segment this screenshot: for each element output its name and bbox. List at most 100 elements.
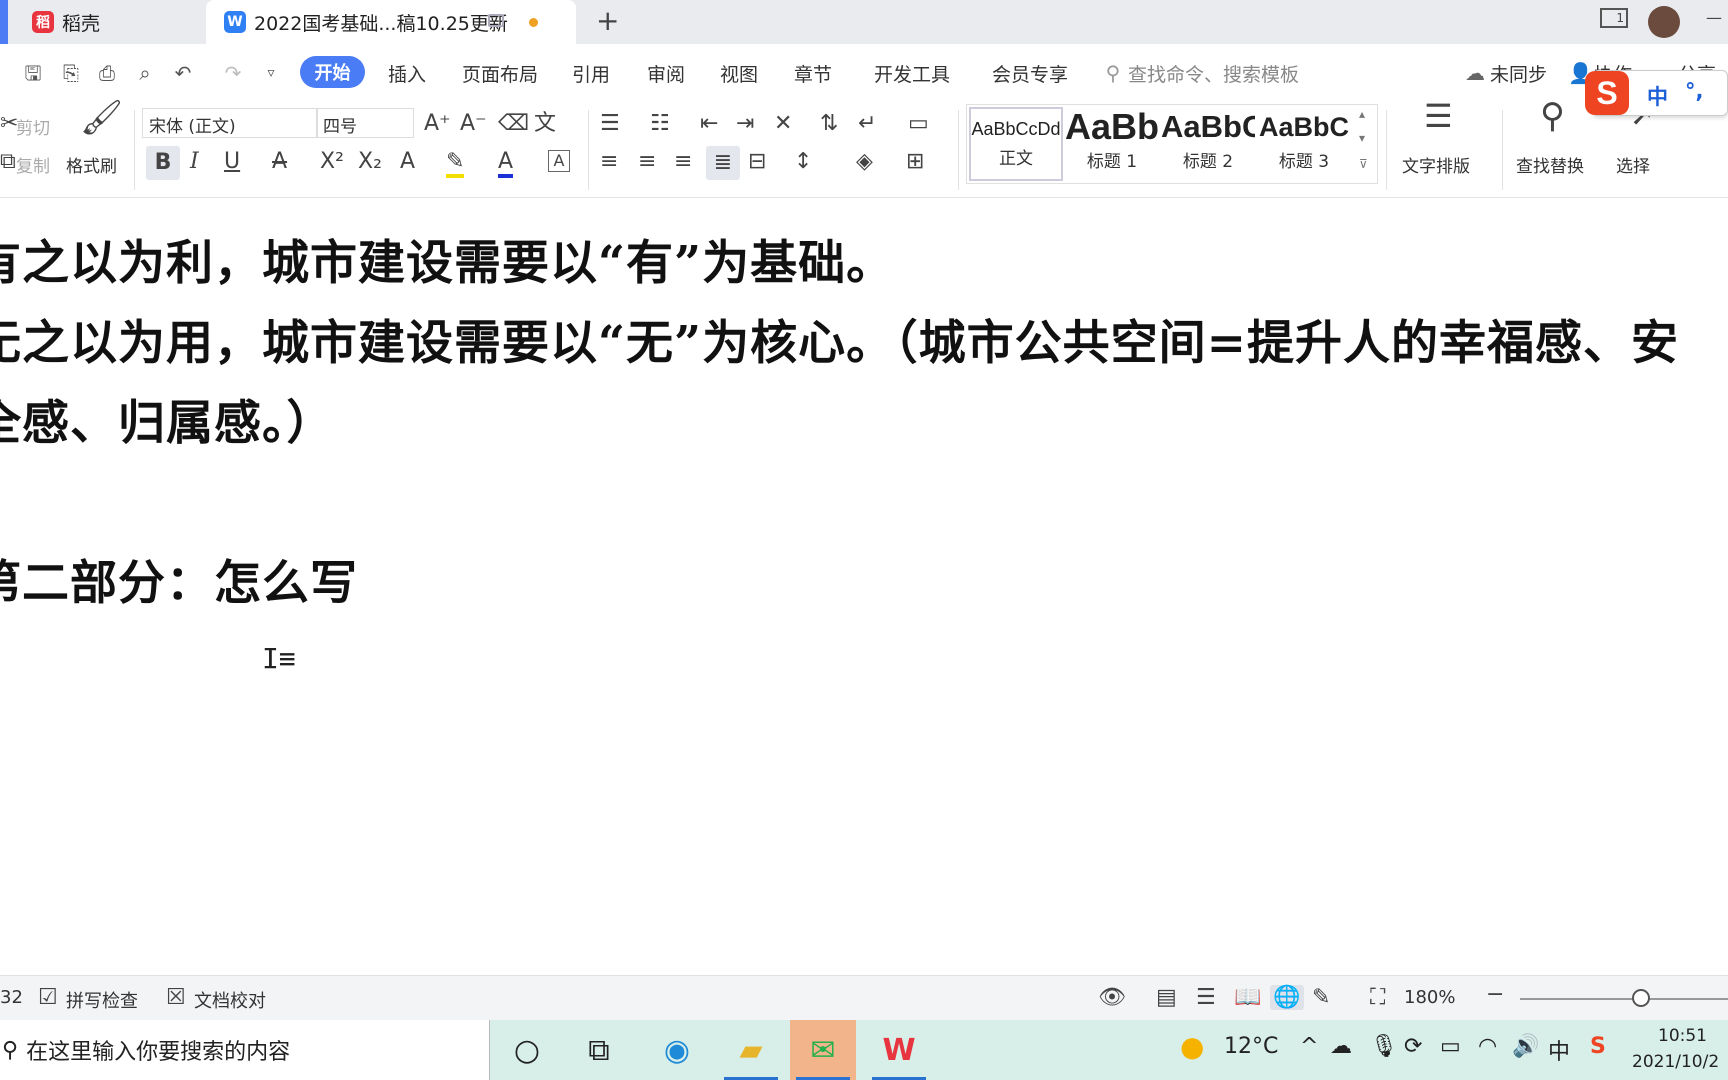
text-effect-icon[interactable]: A xyxy=(400,150,415,174)
wps-office-icon[interactable]: W xyxy=(866,1020,932,1080)
align-center-icon[interactable]: ≡ xyxy=(638,150,656,174)
web-view-icon[interactable]: 🌐 xyxy=(1270,985,1304,1010)
font-color-icon[interactable]: A xyxy=(498,150,514,178)
bullet-list-icon[interactable]: ☰ xyxy=(600,112,620,136)
gallery-down-icon[interactable]: ▾ xyxy=(1359,131,1365,145)
fit-page-icon[interactable]: ⛶ xyxy=(1370,985,1385,1010)
bold-icon[interactable]: B xyxy=(146,146,180,180)
gallery-up-icon[interactable]: ▴ xyxy=(1359,107,1365,121)
write-view-icon[interactable]: ✎ xyxy=(1312,985,1330,1010)
tab-docer[interactable]: 稻 稻壳 xyxy=(0,0,206,44)
numbered-list-icon[interactable]: ☷ xyxy=(650,112,670,136)
edge-browser-icon[interactable]: ◉ xyxy=(644,1020,710,1080)
style-normal[interactable]: AaBbCcDd 正文 xyxy=(969,107,1063,181)
window-mode-icon[interactable] xyxy=(488,14,504,27)
zoom-slider[interactable] xyxy=(1520,998,1728,1000)
volume-icon[interactable]: 🔊 xyxy=(1512,1034,1539,1059)
menu-page-layout[interactable]: 页面布局 xyxy=(462,60,538,87)
taskbar-search-input[interactable]: 在这里输入你要搜索的内容 xyxy=(26,1034,290,1066)
sogou-tray-icon[interactable]: S xyxy=(1590,1034,1606,1059)
shading-icon[interactable]: ◈ xyxy=(856,150,873,174)
file-explorer-icon[interactable]: ▰ xyxy=(718,1020,784,1080)
wifi-icon[interactable]: ◠ xyxy=(1478,1034,1497,1059)
text-layout-icon[interactable]: ☰ xyxy=(1424,100,1453,132)
tab-document[interactable]: W 2022国考基础...稿10.25更新 xyxy=(206,0,576,44)
find-replace-icon[interactable]: ⚲ xyxy=(1540,99,1565,133)
tray-expand-icon[interactable]: ^ xyxy=(1300,1034,1318,1059)
ime-mode[interactable]: 中 xyxy=(1647,81,1668,111)
char-border-icon[interactable]: A xyxy=(548,150,570,172)
subscript-icon[interactable]: X₂ xyxy=(358,150,382,174)
strikethrough-icon[interactable]: A xyxy=(272,150,287,174)
page-number[interactable]: 32 xyxy=(0,987,23,1008)
sync-status[interactable]: 未同步 xyxy=(1490,60,1547,87)
task-view-icon[interactable]: ⧉ xyxy=(566,1020,632,1080)
copy-icon[interactable]: ⧉ xyxy=(0,150,16,174)
menu-insert[interactable]: 插入 xyxy=(388,60,426,87)
menu-review[interactable]: 审阅 xyxy=(647,60,685,87)
clock-time[interactable]: 10:51 xyxy=(1658,1026,1707,1046)
zoom-slider-handle[interactable] xyxy=(1632,989,1650,1007)
italic-icon[interactable]: I xyxy=(190,150,199,174)
outline-view-icon[interactable]: ☰ xyxy=(1196,985,1216,1010)
align-right-icon[interactable]: ≡ xyxy=(674,150,692,174)
wps-sync-icon[interactable]: ⟳ xyxy=(1404,1034,1422,1059)
print-preview-icon[interactable]: ⌕ xyxy=(134,62,156,84)
gallery-more-icon[interactable]: ⊽ xyxy=(1359,157,1368,171)
reading-view-icon[interactable]: 📖 xyxy=(1234,985,1261,1010)
menu-view[interactable]: 视图 xyxy=(720,60,758,87)
font-size-select[interactable]: 四号 xyxy=(316,108,414,138)
ime-punctuation[interactable]: °, xyxy=(1685,79,1703,103)
undo-icon[interactable]: ↶ xyxy=(172,62,194,84)
align-left-icon[interactable]: ≡ xyxy=(600,150,618,174)
customize-chevron-icon[interactable]: ▿ xyxy=(260,62,282,84)
microphone-icon[interactable]: 🎙 xyxy=(1370,1034,1398,1059)
cortana-icon[interactable]: ○ xyxy=(494,1020,560,1080)
minimize-button[interactable]: — xyxy=(1706,8,1722,27)
weather-temp[interactable]: 12°C xyxy=(1224,1034,1278,1059)
style-heading-3[interactable]: AaBbC 标题 3 xyxy=(1257,107,1351,181)
underline-icon[interactable]: U xyxy=(224,150,240,174)
find-replace-button[interactable]: 查找替换 xyxy=(1516,152,1584,177)
style-heading-1[interactable]: AaBb 标题 1 xyxy=(1065,107,1159,181)
menu-chapter[interactable]: 章节 xyxy=(794,60,832,87)
wechat-icon[interactable]: ✉ xyxy=(790,1020,856,1080)
tile-window-icon[interactable]: 1 xyxy=(1600,8,1628,28)
menu-developer[interactable]: 开发工具 xyxy=(874,60,950,87)
menu-home[interactable]: 开始 xyxy=(300,56,365,88)
ruler-icon[interactable]: ▭ xyxy=(908,112,929,136)
increase-indent-icon[interactable]: ⇥ xyxy=(736,112,754,136)
menu-member[interactable]: 会员专享 xyxy=(992,60,1068,87)
increase-font-icon[interactable]: A⁺ xyxy=(424,112,451,136)
line-spacing-icon[interactable]: ↕ xyxy=(794,150,812,174)
doc-proof-button[interactable]: 文档校对 xyxy=(194,987,266,1013)
zoom-out-icon[interactable]: − xyxy=(1486,982,1504,1007)
format-painter-icon[interactable]: 🖌 xyxy=(80,101,123,135)
battery-icon[interactable]: ▭ xyxy=(1440,1034,1461,1059)
clock-date[interactable]: 2021/10/2 xyxy=(1632,1052,1719,1072)
onedrive-icon[interactable]: ☁ xyxy=(1330,1034,1352,1059)
select-button[interactable]: 选择 xyxy=(1616,152,1650,177)
spell-check-button[interactable]: 拼写检查 xyxy=(66,987,138,1013)
new-tab-button[interactable]: + xyxy=(596,4,619,37)
taskbar-search-box[interactable]: ⚲ 在这里输入你要搜索的内容 xyxy=(0,1020,490,1080)
avatar[interactable] xyxy=(1648,6,1680,38)
copy-button[interactable]: 复制 xyxy=(16,152,50,177)
highlight-icon[interactable]: ✎ xyxy=(446,150,465,178)
borders-icon[interactable]: ⊞ xyxy=(906,150,924,174)
document-canvas[interactable]: 有之以为利，城市建设需要以“有”为基础。 无之以为用，城市建设需要以“无”为核心… xyxy=(0,198,1728,975)
command-search-input[interactable]: 查找命令、搜索模板 xyxy=(1128,60,1299,87)
font-name-select[interactable]: 宋体 (正文) xyxy=(142,108,318,138)
sort-icon[interactable]: ⇅ xyxy=(820,112,838,136)
redo-icon[interactable]: ↷ xyxy=(222,62,244,84)
show-marks-icon[interactable]: ↵ xyxy=(858,112,876,136)
format-painter-button[interactable]: 格式刷 xyxy=(66,152,117,177)
save-icon[interactable]: 🖫 xyxy=(22,62,44,84)
export-pdf-icon[interactable]: ⎘ xyxy=(60,62,82,84)
text-layout-button[interactable]: 文字排版 xyxy=(1402,152,1470,177)
cut-button[interactable]: 剪切 xyxy=(16,114,50,139)
distribute-icon[interactable]: ⊟ xyxy=(748,150,766,174)
chinese-layout-icon[interactable]: ✕ xyxy=(774,112,792,136)
weather-sun-icon[interactable]: ● xyxy=(1180,1030,1204,1063)
ime-language-indicator[interactable]: 中 xyxy=(1548,1034,1570,1066)
